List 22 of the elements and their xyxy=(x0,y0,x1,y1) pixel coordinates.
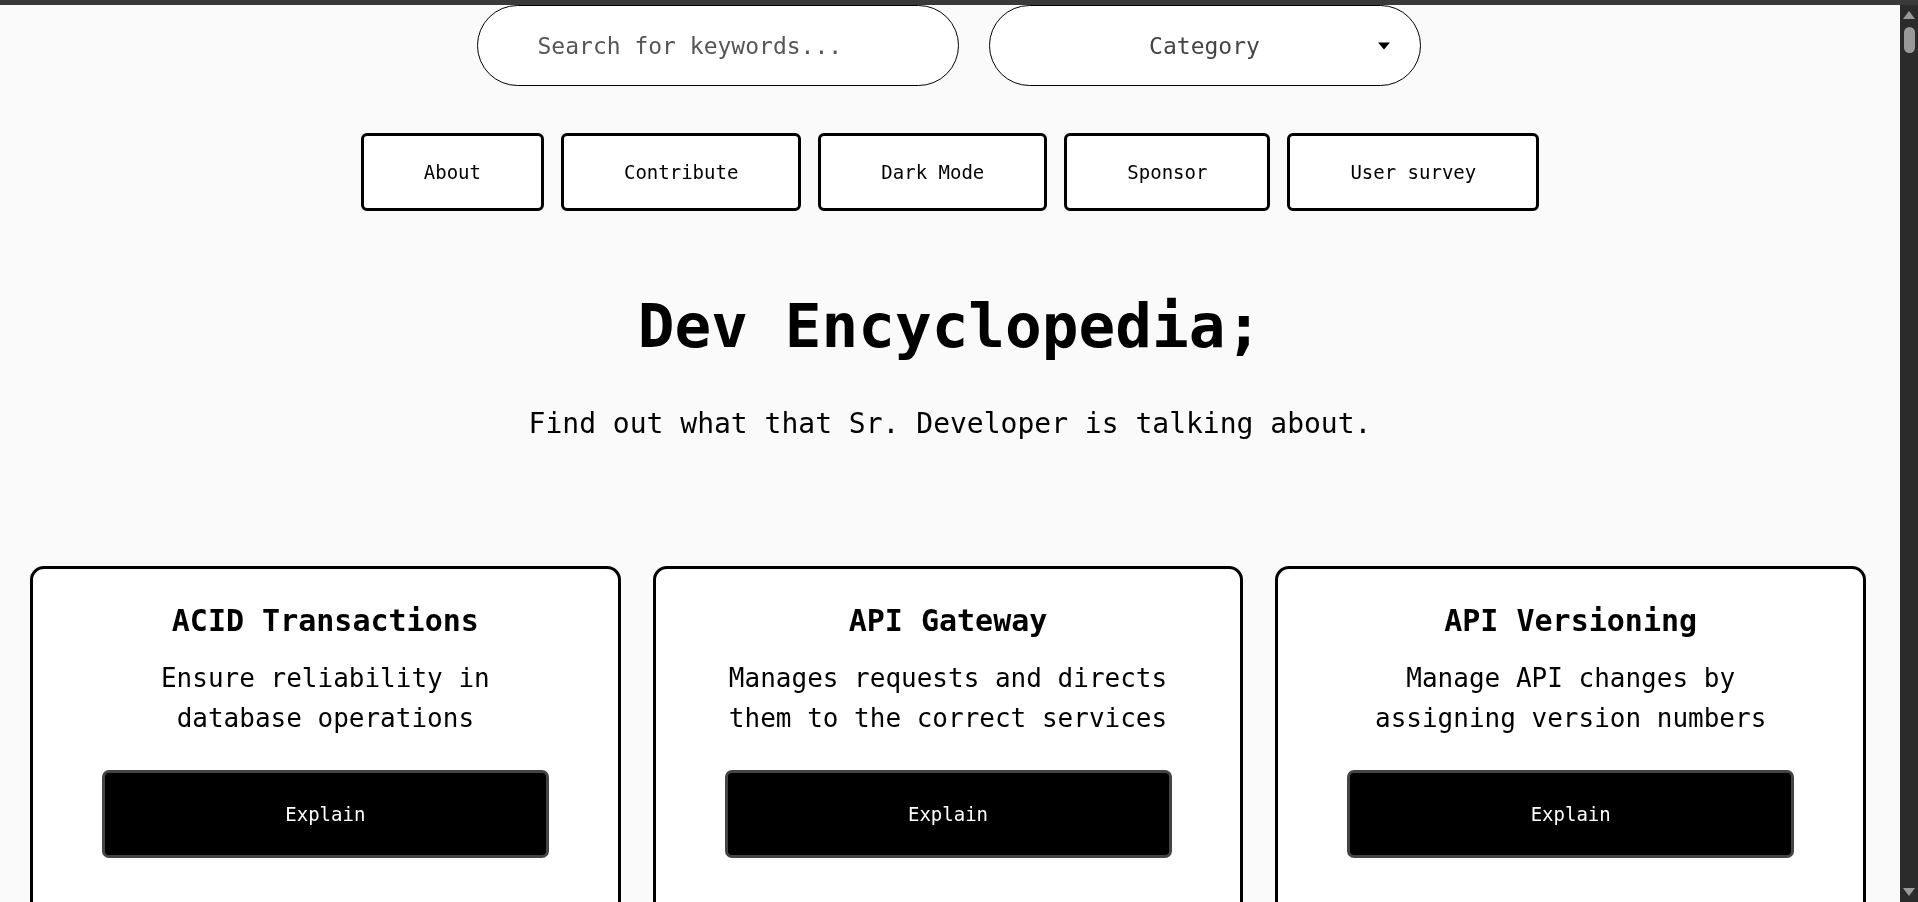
nav-button[interactable]: User survey xyxy=(1287,133,1540,211)
scroll-up-icon[interactable] xyxy=(1903,11,1915,19)
nav-button[interactable]: About xyxy=(360,133,544,211)
card-description: Manage API changes by assigning version numbers xyxy=(1374,662,1768,735)
scrollbar[interactable] xyxy=(1900,5,1918,902)
nav-button[interactable]: Contribute xyxy=(560,133,802,211)
card-title: ACID Transactions xyxy=(171,603,479,638)
card-title: API Gateway xyxy=(848,603,1048,638)
explain-button[interactable]: Explain xyxy=(101,770,549,858)
card-description: Ensure reliability in database operations xyxy=(159,662,491,735)
page-subtitle: Find out what that Sr. Developer is talking about. xyxy=(528,407,1372,440)
scrollbar-thumb[interactable] xyxy=(1903,27,1915,53)
card-title: API Versioning xyxy=(1444,603,1698,638)
category-dropdown[interactable]: Category xyxy=(988,5,1421,86)
caret-icon xyxy=(1377,42,1390,50)
nav-button[interactable]: Sponsor xyxy=(1064,133,1271,211)
explain-button[interactable]: Explain xyxy=(1347,770,1795,858)
nav-button[interactable]: Dark Mode xyxy=(818,133,1048,211)
search-field[interactable]: Search for keywords... xyxy=(476,5,959,86)
scroll-down-icon[interactable] xyxy=(1903,888,1915,896)
card-description: Manages requests and directs them to the correct services xyxy=(727,662,1169,735)
explain-button[interactable]: Explain xyxy=(724,770,1172,858)
